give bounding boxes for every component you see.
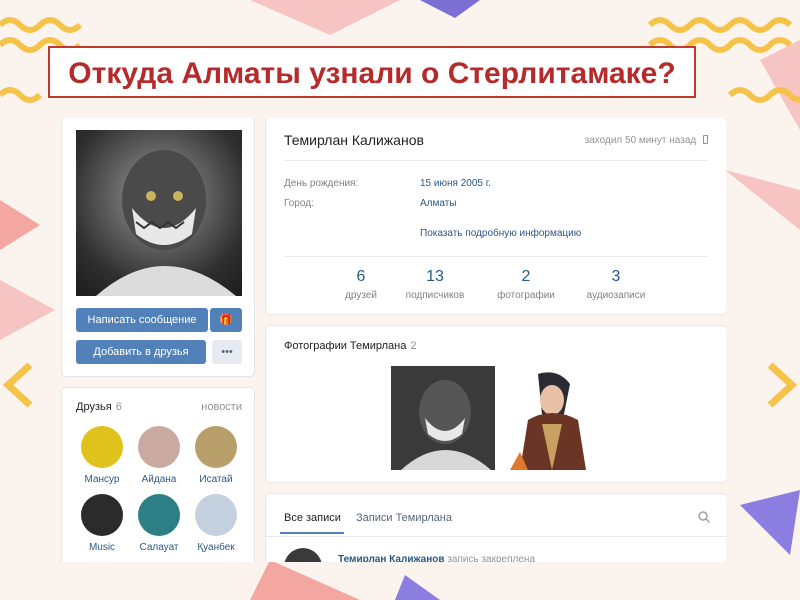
- followers-counter[interactable]: 13 подписчиков: [390, 268, 480, 301]
- gift-icon: 🎁: [219, 314, 233, 326]
- divider: [266, 536, 726, 537]
- friend-avatar: [138, 494, 180, 536]
- friend-name: Мансур: [84, 474, 120, 485]
- photos-card: Фотографии Темирлана 2: [266, 326, 726, 482]
- friend-avatar: [195, 494, 237, 536]
- friend-avatar: [81, 426, 123, 468]
- last-seen-status: заходил 50 минут назад: [585, 135, 708, 146]
- friends-header[interactable]: Друзья 6: [76, 401, 122, 413]
- more-actions-button[interactable]: •••: [212, 340, 242, 364]
- friend-item[interactable]: Мансур: [72, 426, 132, 485]
- friend-item[interactable]: Салауат: [129, 494, 189, 553]
- friend-item[interactable]: Қуанбек: [186, 494, 246, 553]
- profile-info-card: Темирлан Калижанов заходил 50 минут наза…: [266, 118, 726, 314]
- photos-header[interactable]: Фотографии Темирлана 2: [284, 340, 416, 352]
- photo-image: [498, 366, 602, 470]
- divider: [284, 256, 708, 257]
- write-message-button[interactable]: Написать сообщение: [76, 308, 208, 332]
- city-label: Город:: [284, 198, 314, 209]
- slide-title: Откуда Алматы узнали о Стерлитамаке?: [68, 57, 676, 90]
- counter-value: 3: [611, 268, 621, 285]
- active-tab-indicator: [280, 532, 344, 534]
- profile-avatar[interactable]: [76, 130, 242, 296]
- vk-profile-page: Написать сообщение 🎁 Добавить в друзья •…: [60, 118, 726, 562]
- friends-title: Друзья: [76, 401, 112, 413]
- friend-item[interactable]: Исатай: [186, 426, 246, 485]
- slide-title-box: Откуда Алматы узнали о Стерлитамаке?: [48, 46, 696, 98]
- friend-name: Исатай: [199, 474, 233, 485]
- photo-thumbnail[interactable]: [498, 366, 602, 470]
- divider: [284, 160, 708, 161]
- post-author-avatar[interactable]: [284, 548, 322, 562]
- friend-name: Айдана: [141, 474, 177, 485]
- friend-avatar: [138, 426, 180, 468]
- friend-name: Music: [88, 542, 116, 553]
- friend-name: Қуанбек: [197, 542, 235, 553]
- post-pinned-note: запись закреплена: [447, 554, 536, 562]
- tab-own-posts[interactable]: Записи Темирлана: [356, 512, 452, 524]
- friends-count: 6: [115, 401, 122, 413]
- photos-title: Фотографии Темирлана: [284, 340, 407, 352]
- birthday-value[interactable]: 15 июня 2005 г.: [420, 178, 491, 189]
- friend-item[interactable]: Айдана: [129, 426, 189, 485]
- friend-avatar: [195, 426, 237, 468]
- birthday-label: День рождения:: [284, 178, 359, 189]
- photo-image: [391, 366, 495, 470]
- wall-card: Все записи Записи Темирлана Темирлан Кал…: [266, 494, 726, 562]
- friends-updates-link[interactable]: новости: [201, 401, 242, 413]
- search-icon[interactable]: [698, 510, 711, 524]
- friend-name: Салауат: [139, 542, 179, 553]
- avatar-image: [96, 150, 236, 296]
- photos-counter[interactable]: 2 фотографии: [481, 268, 571, 301]
- photo-thumbnail[interactable]: [391, 366, 495, 470]
- audio-counter[interactable]: 3 аудиозаписи: [571, 268, 661, 301]
- mobile-icon: [703, 135, 708, 144]
- counter-value: 2: [521, 268, 531, 285]
- friends-card: Друзья 6 новости Мансур Айдана Исатай Mus…: [62, 388, 254, 562]
- city-value[interactable]: Алматы: [420, 198, 457, 209]
- friend-item[interactable]: Music: [72, 494, 132, 553]
- last-seen-text: заходил 50 минут назад: [584, 135, 697, 146]
- friend-avatar: [81, 494, 123, 536]
- counter-value: 13: [426, 268, 444, 285]
- gift-button[interactable]: 🎁: [210, 308, 242, 332]
- photos-count: 2: [410, 340, 417, 352]
- post-header: Темирлан Калижанов запись закреплена: [338, 554, 535, 562]
- avatar-card: Написать сообщение 🎁 Добавить в друзья •…: [62, 118, 254, 376]
- counter-label: фотографии: [497, 290, 555, 301]
- counter-label: аудиозаписи: [586, 290, 646, 301]
- tab-all-posts[interactable]: Все записи: [284, 512, 341, 524]
- show-more-info-link[interactable]: Показать подробную информацию: [420, 228, 581, 239]
- profile-name: Темирлан Калижанов: [284, 132, 424, 148]
- add-friend-button[interactable]: Добавить в друзья: [76, 340, 206, 364]
- post-author-name[interactable]: Темирлан Калижанов: [338, 554, 445, 562]
- counter-label: подписчиков: [405, 290, 465, 301]
